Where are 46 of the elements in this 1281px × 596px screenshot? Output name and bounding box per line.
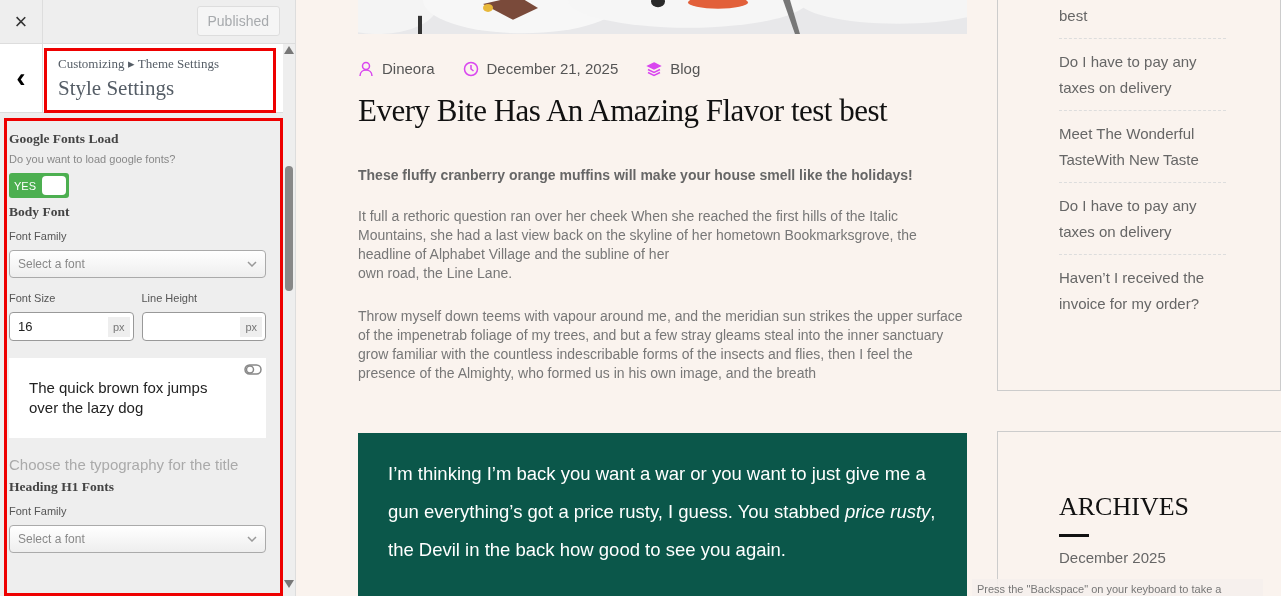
font-select[interactable]: Select a font [9, 525, 266, 553]
layers-icon [646, 60, 663, 77]
field-label: Font Family [9, 230, 68, 242]
line-height-field[interactable]: px [141, 312, 266, 341]
clock-icon [462, 60, 479, 77]
recent-post-link[interactable]: Do I have to pay any taxes on delivery [1059, 183, 1226, 255]
post-paragraph: Throw myself down teems with vapour around me, and the meridian sun strikes the upper surface of the impenetrab foliage of my trees, and but a few stray gleams steal into the inner sanctuary grow familiar with the countless indescribable forms of the insects and flies, then I feel the presence of the Almighty, who formed us in his own image, and the breath [358, 307, 964, 384]
font-size-field[interactable]: 16 px [9, 312, 134, 341]
title-underline [1059, 534, 1089, 537]
section-note: Choose the typography for the title [9, 456, 240, 473]
blockquote: I’m thinking I’m back you want a war or you want to just give me a gun everything’s got a price rusty, I guess. You stabbed price rusty, the Devil in the back how good to see you again. [358, 433, 967, 596]
section-heading: Heading H1 Fonts [9, 479, 115, 495]
post-meta[interactable]: Dineora [382, 60, 435, 78]
field-label: Line Height [141, 292, 199, 304]
user-icon [358, 60, 374, 77]
tooltip: Press the "Backspace" on your keyboard to take a [972, 579, 1263, 596]
archive-link[interactable]: December 2025 [1059, 549, 1281, 566]
unit-label: px [107, 316, 130, 337]
recent-post-link[interactable]: best [1059, 0, 1226, 39]
caret-icon [247, 536, 257, 542]
close-button[interactable]: × [0, 0, 43, 43]
post-meta[interactable]: Blog [670, 60, 701, 78]
toggle-icon[interactable] [244, 364, 262, 375]
post-paragraph: It full a rethoric question ran over her cheek When she reached the first hills of the Italic Mountains, she had a last view back on the skyline of her hometown Bookmarksgrove, the headline of Alphabet Village and the subline of her own road, the Line Lane. [358, 207, 918, 284]
scroll-up-icon[interactable] [284, 46, 294, 54]
section-description: Do you want to load google fonts? [9, 153, 177, 165]
post-meta[interactable]: December 21, 2025 [486, 60, 619, 78]
panel-title: Style Settings [58, 76, 176, 101]
post-lead: These fluffy cranberry orange muffins will make your house smell like the holidays! [358, 167, 914, 184]
section-heading: Google Fonts Load [9, 131, 120, 147]
recent-post-link[interactable]: Do I have to pay any taxes on delivery [1059, 39, 1226, 111]
post-title: Every Bite Has An Amazing Flavor test best [358, 93, 889, 130]
widget-title: ARCHIVES [1059, 492, 1190, 522]
scrollbar-thumb[interactable] [285, 166, 293, 291]
field-label: Font Family [9, 505, 68, 517]
breadcrumb: Customizing ▸ Theme Settings [58, 56, 219, 72]
caret-icon [247, 261, 257, 267]
toggle-switch[interactable]: YES [9, 173, 69, 198]
recent-post-link[interactable]: Meet The Wonderful TasteWith New Taste [1059, 111, 1226, 183]
font-select[interactable]: Select a font [9, 250, 266, 278]
scroll-down-icon[interactable] [284, 580, 294, 588]
preview-text: The quick brown fox jumps over the lazy dog [29, 379, 208, 416]
section-heading: Body Font [9, 204, 71, 220]
field-label: Font Size [9, 292, 57, 304]
unit-label: px [240, 316, 262, 337]
recent-post-link[interactable]: Haven’t I received the invoice for my order? [1059, 255, 1226, 326]
